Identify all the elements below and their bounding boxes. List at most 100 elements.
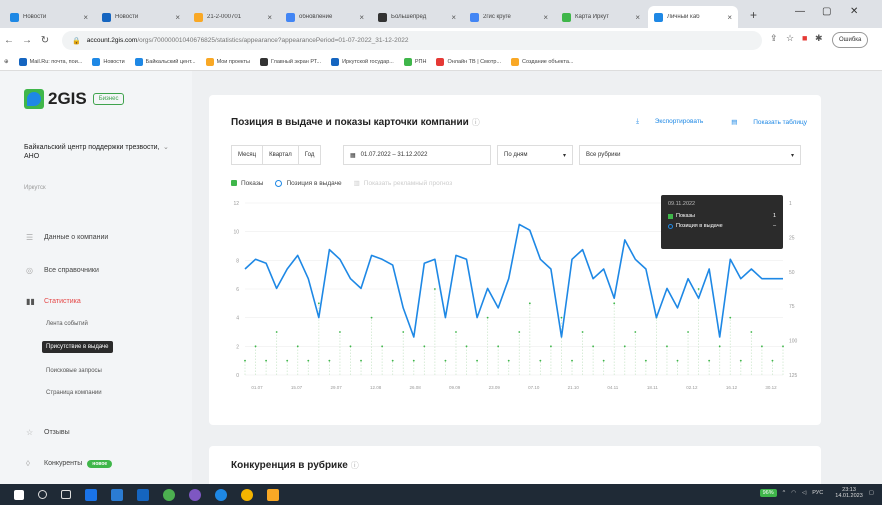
chrome-icon[interactable] bbox=[241, 488, 253, 501]
app-icon[interactable] bbox=[163, 488, 175, 501]
close-icon[interactable]: × bbox=[175, 13, 180, 22]
reload-icon[interactable]: ↻ bbox=[36, 35, 54, 46]
impressions-point bbox=[750, 331, 753, 333]
nav-directories[interactable]: ◎ Все справочники bbox=[26, 266, 99, 275]
browser-tab[interactable]: Новости × bbox=[96, 6, 186, 28]
impressions-point bbox=[381, 345, 384, 348]
bookmark-item[interactable]: Иркутской государ... bbox=[331, 57, 394, 66]
bookmark-item[interactable]: Новости bbox=[92, 57, 125, 66]
subnav-search-queries[interactable]: Поисковые запросы bbox=[46, 368, 102, 374]
app-icon[interactable] bbox=[189, 488, 201, 501]
maximize-icon[interactable]: ▢ bbox=[822, 6, 831, 17]
share-icon[interactable]: ⇪ bbox=[770, 33, 778, 44]
file-explorer-icon[interactable] bbox=[267, 488, 279, 501]
nav-company-data[interactable]: ☰ Данные о компании bbox=[26, 233, 108, 242]
clock[interactable]: 23:13 14.01.2023 bbox=[829, 487, 863, 499]
impressions-point bbox=[476, 359, 478, 362]
impressions-point bbox=[244, 359, 246, 362]
period-year-button[interactable]: Год bbox=[297, 145, 322, 165]
company-name[interactable]: Байкальский центр поддержки трезвости, А… bbox=[24, 143, 164, 161]
bookmark-item[interactable]: РПН bbox=[403, 57, 426, 66]
legend-forecast[interactable]: ▥ Показать рекламный прогноз bbox=[354, 179, 453, 188]
close-icon[interactable]: × bbox=[83, 13, 88, 22]
browser-tab[interactable]: Личный каб × bbox=[648, 6, 738, 28]
forward-icon[interactable]: → bbox=[18, 35, 36, 46]
period-quarter-button[interactable]: Квартал bbox=[262, 145, 298, 165]
close-icon[interactable]: × bbox=[635, 13, 640, 22]
subnav-presence[interactable]: Присутствие в выдаче bbox=[42, 341, 113, 353]
address-row: ← → ↻ 🔒 account.2gis.com /orgs/700000010… bbox=[0, 28, 882, 53]
extension-icon[interactable]: ■ bbox=[802, 33, 807, 43]
word-icon[interactable] bbox=[137, 488, 149, 501]
subnav-events[interactable]: Лента событий bbox=[46, 321, 88, 327]
close-icon[interactable]: × bbox=[359, 13, 364, 22]
windows-start-icon[interactable] bbox=[14, 489, 24, 500]
bookmark-item[interactable]: Мои проекты bbox=[205, 57, 250, 66]
app-icon[interactable] bbox=[215, 488, 227, 501]
show-table-label: Показать таблицу bbox=[753, 119, 807, 126]
app-icon[interactable] bbox=[111, 488, 123, 501]
rubric-select[interactable]: Все рубрики ▾ bbox=[579, 145, 801, 165]
competition-card: Конкуренция в рубрике ⓘ bbox=[209, 446, 821, 484]
bookmark-item[interactable]: Создание объекта... bbox=[511, 57, 573, 66]
nav-reviews[interactable]: ☆ Отзывы bbox=[26, 428, 70, 437]
competition-title: Конкуренция в рубрике ⓘ bbox=[231, 460, 359, 471]
nav-competitors[interactable]: ◊ Конкуренты новое bbox=[26, 459, 113, 468]
close-icon[interactable]: × bbox=[727, 13, 732, 22]
star-icon[interactable]: ☆ bbox=[786, 33, 794, 44]
period-month-button[interactable]: Месяц bbox=[231, 145, 263, 165]
subnav-company-page[interactable]: Страница компании bbox=[46, 390, 102, 396]
date-range-value: 01.07.2022 – 31.12.2022 bbox=[360, 152, 428, 158]
puzzle-icon[interactable]: ✱ bbox=[815, 33, 823, 44]
language-indicator[interactable]: РУС bbox=[812, 490, 823, 496]
battery-indicator[interactable]: 96% bbox=[759, 489, 777, 497]
impressions-point bbox=[307, 359, 310, 362]
error-button[interactable]: Ошибка bbox=[832, 32, 869, 48]
table-icon: ▤ bbox=[731, 119, 740, 126]
info-icon[interactable]: ⓘ bbox=[351, 461, 359, 470]
search-icon[interactable] bbox=[38, 490, 47, 499]
granularity-select[interactable]: По дням ▾ bbox=[497, 145, 573, 165]
bookmark-item[interactable]: Mail.Ru: почта, пои... bbox=[18, 57, 82, 66]
bookmark-item[interactable]: Онлайн ТВ | Смотр... bbox=[436, 57, 501, 66]
close-icon[interactable]: × bbox=[543, 13, 548, 22]
minimize-icon[interactable]: — bbox=[795, 6, 805, 17]
new-tab-button[interactable]: + bbox=[750, 8, 757, 22]
browser-tab[interactable]: обновление × bbox=[280, 6, 370, 28]
y-left-tick-label: 12 bbox=[233, 201, 239, 207]
legend-position[interactable]: Позиция в выдаче bbox=[275, 179, 342, 187]
notifications-icon[interactable]: ▢ bbox=[869, 490, 874, 496]
chevron-down-icon[interactable]: ⌄ bbox=[163, 143, 169, 151]
caret-up-icon[interactable]: ^ bbox=[783, 490, 786, 496]
show-table-button[interactable]: ▤ Показать таблицу bbox=[717, 118, 807, 126]
browser-tab[interactable]: 2гис круге × bbox=[464, 6, 554, 28]
browser-tab[interactable]: Новости × bbox=[4, 6, 94, 28]
competition-title-text: Конкуренция в рубрике bbox=[231, 460, 348, 471]
bookmark-item[interactable]: Главный экран РТ... bbox=[259, 57, 321, 66]
volume-icon[interactable]: ◁ bbox=[802, 490, 806, 496]
info-icon[interactable]: ⓘ bbox=[472, 118, 480, 127]
apps-icon[interactable]: ⊕ bbox=[4, 59, 9, 65]
impressions-point bbox=[402, 331, 405, 333]
bookmark-item[interactable]: Байкальский цент... bbox=[134, 57, 196, 66]
close-icon[interactable]: × bbox=[267, 13, 272, 22]
photoshop-icon[interactable] bbox=[85, 488, 97, 501]
nav-label: Конкуренты bbox=[44, 460, 83, 467]
nav-statistics[interactable]: ▮▮ Статистика bbox=[26, 297, 81, 306]
legend-impressions[interactable]: Показы bbox=[231, 180, 263, 187]
browser-tab[interactable]: 21-2-000701 × bbox=[188, 6, 278, 28]
wifi-icon[interactable]: ◠ bbox=[791, 490, 796, 496]
x-tick-label: 21.10 bbox=[568, 385, 580, 390]
export-button[interactable]: ⤓ Экспортировать bbox=[622, 118, 703, 126]
address-bar[interactable]: 🔒 account.2gis.com /orgs/700000010406768… bbox=[62, 31, 762, 50]
logo[interactable]: 2GIS Бизнес bbox=[24, 89, 125, 109]
task-view-icon[interactable] bbox=[61, 490, 71, 499]
favicon-icon bbox=[286, 12, 295, 22]
browser-tab[interactable]: Карта Иркут × bbox=[556, 6, 646, 28]
close-window-icon[interactable]: ✕ bbox=[850, 6, 858, 17]
browser-tab[interactable]: Большепред × bbox=[372, 6, 462, 28]
favicon-icon bbox=[654, 12, 663, 22]
close-icon[interactable]: × bbox=[451, 13, 456, 22]
back-icon[interactable]: ← bbox=[0, 35, 18, 46]
date-range-picker[interactable]: ▦ 01.07.2022 – 31.12.2022 bbox=[343, 145, 491, 165]
